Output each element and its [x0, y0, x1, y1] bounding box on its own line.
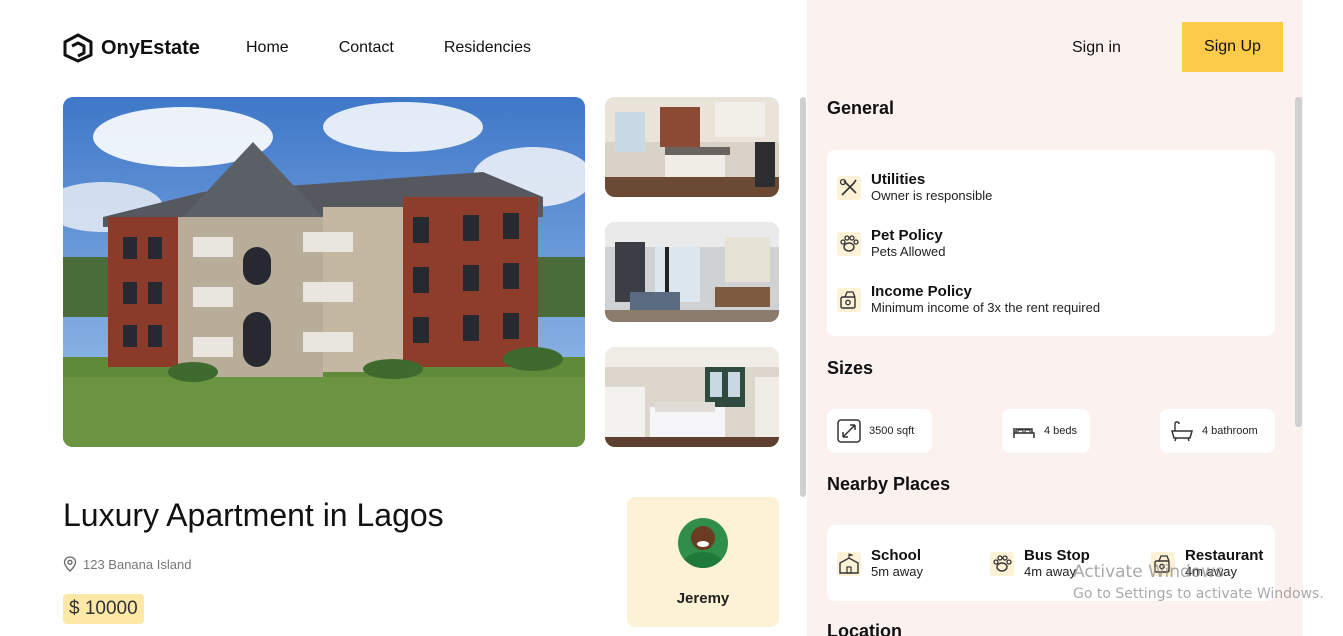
general-item-label: Income Policy: [871, 283, 972, 300]
size-area-value: 3500 sqft: [869, 425, 915, 437]
size-beds: 4 beds: [1002, 409, 1090, 453]
agent-card[interactable]: Jeremy: [627, 497, 779, 627]
general-item-utilities: Utilities Owner is responsible: [837, 171, 992, 204]
tools-icon: [837, 176, 861, 200]
size-bathroom-value: 4 bathroom: [1202, 425, 1258, 437]
listing-address: 123 Banana Island: [63, 556, 191, 572]
general-card: Utilities Owner is responsible Pet Polic…: [827, 150, 1275, 336]
brand-name: OnyEstate: [101, 36, 200, 59]
brand-logo[interactable]: OnyEstate: [63, 33, 200, 63]
avatar: [678, 518, 728, 568]
activation-watermark-title: Activate Windows: [1073, 562, 1224, 582]
bedroom-thumbnail[interactable]: [605, 347, 779, 447]
details-scrollbar[interactable]: [1295, 97, 1302, 427]
gallery-scrollbar[interactable]: [800, 97, 806, 497]
general-item-value: Minimum income of 3x the rent required: [871, 300, 1101, 315]
signup-button[interactable]: Sign Up: [1182, 22, 1283, 72]
general-item-label: Pet Policy: [871, 227, 943, 244]
nearby-item-label: School: [871, 547, 922, 564]
signin-link[interactable]: Sign in: [1072, 39, 1121, 57]
window-margin: [1303, 0, 1343, 636]
nearby-heading: Nearby Places: [827, 474, 951, 494]
bed-icon: [1013, 428, 1035, 438]
listing-title: Luxury Apartment in Lagos: [63, 497, 444, 533]
size-area: 3500 sqft: [827, 409, 932, 453]
general-item-value: Owner is responsible: [871, 188, 993, 203]
size-bathroom: 4 bathroom: [1160, 409, 1275, 453]
general-heading: General: [827, 98, 895, 118]
logo-icon: [63, 33, 93, 63]
general-item-pet-policy: Pet Policy Pets Allowed: [837, 227, 945, 260]
general-item-label: Utilities: [871, 171, 926, 188]
address-text: 123 Banana Island: [83, 556, 192, 572]
main-nav: Home Contact Residencies: [246, 39, 581, 57]
price-badge: $ 10000: [63, 594, 144, 624]
activation-watermark-text: Go to Settings to activate Windows.: [1073, 586, 1324, 602]
location-pin-icon: [63, 556, 77, 572]
location-heading: Location: [827, 621, 902, 636]
general-item-income-policy: Income Policy Minimum income of 3x the r…: [837, 283, 1100, 316]
nav-residencies[interactable]: Residencies: [444, 39, 531, 57]
area-icon: [837, 419, 861, 443]
money-icon: [837, 288, 861, 312]
general-item-value: Pets Allowed: [871, 244, 946, 259]
size-beds-value: 4 beds: [1044, 425, 1078, 437]
kitchen-thumbnail[interactable]: [605, 97, 779, 197]
nav-home[interactable]: Home: [246, 39, 289, 57]
sizes-heading: Sizes: [827, 358, 874, 378]
paw-icon: [990, 552, 1014, 576]
bath-icon: [1171, 421, 1193, 442]
nearby-item-school: School 5m away: [837, 547, 923, 580]
main-property-photo[interactable]: [63, 97, 585, 447]
nav-contact[interactable]: Contact: [339, 39, 394, 57]
school-icon: [837, 552, 861, 576]
paw-icon: [837, 232, 861, 256]
nearby-item-value: 5m away: [871, 564, 924, 579]
agent-name: Jeremy: [676, 590, 730, 607]
living-room-thumbnail[interactable]: [605, 222, 779, 322]
